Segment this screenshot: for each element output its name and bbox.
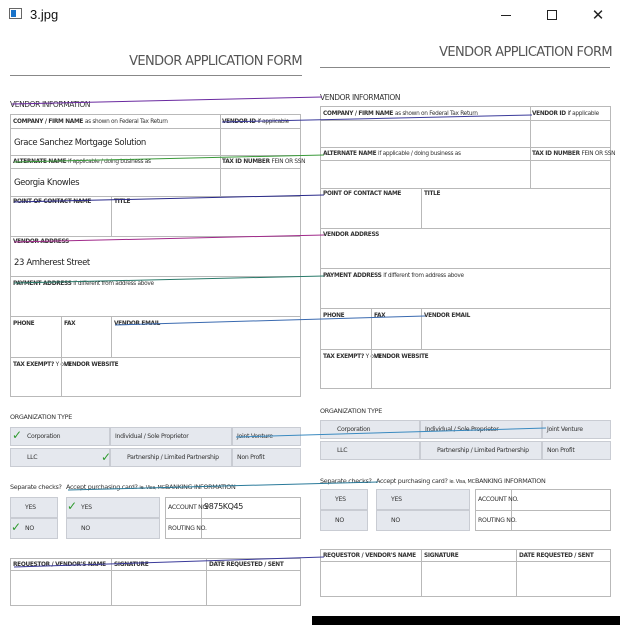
partnership-check-icon: ✓	[101, 450, 112, 464]
account-no-label: ACCOUNT NO.	[478, 496, 519, 503]
title-rule	[320, 67, 610, 68]
payment-address-label: PAYMENT ADDRESS if different from addres…	[13, 281, 154, 287]
company-name-label: COMPANY / FIRM NAME as shown on Federal …	[323, 111, 478, 117]
vendor-id-label: VENDOR ID if applicable	[532, 111, 599, 117]
accept-cards-yes: YES	[376, 489, 470, 510]
separate-checks-yes: YES	[320, 489, 368, 510]
accept-cards-label: Accept purchasing card? ie. Visa, MC	[66, 483, 165, 491]
separate-checks-yes: YES	[10, 497, 58, 518]
maximize-icon	[547, 10, 557, 20]
banking-info-heading: BANKING INFORMATION	[165, 483, 236, 491]
close-icon: ✕	[591, 7, 605, 24]
requestor-label: REQUESTOR / VENDOR'S NAME	[323, 553, 416, 559]
alternate-name-value: Georgia Knowles	[14, 178, 80, 188]
accept-cards-no: NO	[66, 518, 160, 539]
org-option-individual: Individual / Sole Proprietor	[420, 420, 542, 439]
org-option-partnership: Partnership / Limited Partnership	[420, 441, 542, 460]
org-type-heading: ORGANIZATION TYPE	[320, 407, 382, 415]
payment-address-label: PAYMENT ADDRESS if different from addres…	[323, 273, 464, 279]
separate-checks-no: NO	[320, 510, 368, 531]
window-title: 3.jpg	[30, 7, 59, 22]
filled-form-image: VENDOR APPLICATION FORM VENDOR INFORMATI…	[0, 30, 312, 625]
vendor-info-heading: VENDOR INFORMATION	[10, 100, 91, 109]
window-titlebar: 3.jpg ✕	[0, 0, 620, 30]
fax-label: FAX	[374, 313, 386, 319]
signature-label: SIGNATURE	[424, 553, 459, 559]
tax-id-label: TAX ID NUMBER FEIN OR SSN	[222, 159, 306, 165]
form-title: VENDOR APPLICATION FORM	[129, 54, 302, 69]
org-option-non-profit: Non Profit	[232, 448, 301, 467]
vendor-info-box	[10, 114, 301, 397]
org-option-non-profit: Non Profit	[542, 441, 611, 460]
date-requested-label: DATE REQUESTED / SENT	[519, 553, 594, 559]
org-option-joint-venture: Joint Venture	[542, 420, 611, 439]
accept-cards-yes: YES	[66, 497, 160, 518]
image-file-icon	[9, 8, 22, 19]
org-option-individual: Individual / Sole Proprietor	[110, 427, 232, 446]
title-rule	[10, 75, 302, 76]
maximize-button[interactable]	[529, 3, 575, 27]
vendor-info-box	[320, 106, 611, 389]
accept-cards-yes-check-icon: ✓	[67, 499, 78, 513]
vendor-email-label: VENDOR EMAIL	[424, 313, 470, 319]
accept-cards-no: NO	[376, 510, 470, 531]
org-option-partnership: Partnership / Limited Partnership	[110, 448, 232, 467]
alternate-name-label: ALTERNATE NAME if applicable / doing bus…	[323, 151, 461, 157]
accept-cards-label: Accept purchasing card? ie. Visa, MC	[376, 477, 475, 485]
point-of-contact-label: POINT OF CONTACT NAME	[323, 191, 402, 197]
org-option-joint-venture: Joint Venture	[232, 427, 301, 446]
account-no-value: 9875KQ45	[204, 502, 243, 511]
routing-no-label: ROUTING NO.	[168, 525, 207, 532]
company-name-label: COMPANY / FIRM NAME as shown on Federal …	[13, 119, 168, 125]
alternate-name-label: ALTERNATE NAME if applicable / doing bus…	[13, 159, 151, 165]
form-title: VENDOR APPLICATION FORM	[439, 45, 612, 60]
signature-label: SIGNATURE	[114, 562, 149, 568]
vendor-address-label: VENDOR ADDRESS	[323, 232, 379, 238]
tax-exempt-label: TAX EXEMPT? Y or N	[323, 354, 382, 360]
org-option-llc: LLC	[10, 448, 110, 467]
separate-checks-label: Separate checks?	[10, 483, 62, 491]
vendor-info-heading: VENDOR INFORMATION	[320, 93, 401, 102]
separate-checks-no-check-icon: ✓	[11, 520, 22, 534]
title-field-label: TITLE	[424, 191, 441, 197]
requestor-label: REQUESTOR / VENDOR'S NAME	[13, 562, 106, 568]
bottom-black-bar	[312, 616, 620, 625]
vendor-email-label: VENDOR EMAIL	[114, 321, 160, 327]
separate-checks-label: Separate checks?	[320, 477, 372, 485]
blank-form-image: VENDOR APPLICATION FORM VENDOR INFORMATI…	[312, 30, 620, 616]
org-type-heading: ORGANIZATION TYPE	[10, 413, 72, 421]
close-button[interactable]: ✕	[575, 3, 620, 27]
vendor-id-label: VENDOR ID if applicable	[222, 119, 289, 125]
tax-exempt-label: TAX EXEMPT? Y or N	[13, 362, 72, 368]
org-option-llc: LLC	[320, 441, 420, 460]
vendor-address-value: 23 Amherest Street	[14, 258, 90, 268]
vendor-website-label: VENDOR WEBSITE	[64, 362, 119, 368]
phone-label: PHONE	[13, 321, 35, 327]
phone-label: PHONE	[323, 313, 345, 319]
account-no-label: ACCOUNT NO.	[168, 504, 209, 511]
tax-id-label: TAX ID NUMBER FEIN OR SSN	[532, 151, 616, 157]
fax-label: FAX	[64, 321, 76, 327]
point-of-contact-label: POINT OF CONTACT NAME	[13, 199, 92, 205]
title-field-label: TITLE	[114, 199, 131, 205]
corporation-check-icon: ✓	[12, 428, 23, 442]
minimize-button[interactable]	[483, 3, 529, 27]
banking-info-heading: BANKING INFORMATION	[475, 477, 546, 485]
routing-no-label: ROUTING NO.	[478, 517, 517, 524]
org-option-corporation: Corporation	[10, 427, 110, 446]
date-requested-label: DATE REQUESTED / SENT	[209, 562, 284, 568]
minimize-icon	[501, 14, 511, 16]
vendor-address-label: VENDOR ADDRESS	[13, 239, 69, 245]
org-option-corporation: Corporation	[320, 420, 420, 439]
company-name-value: Grace Sanchez Mortgage Solution	[14, 138, 146, 148]
vendor-website-label: VENDOR WEBSITE	[374, 354, 429, 360]
